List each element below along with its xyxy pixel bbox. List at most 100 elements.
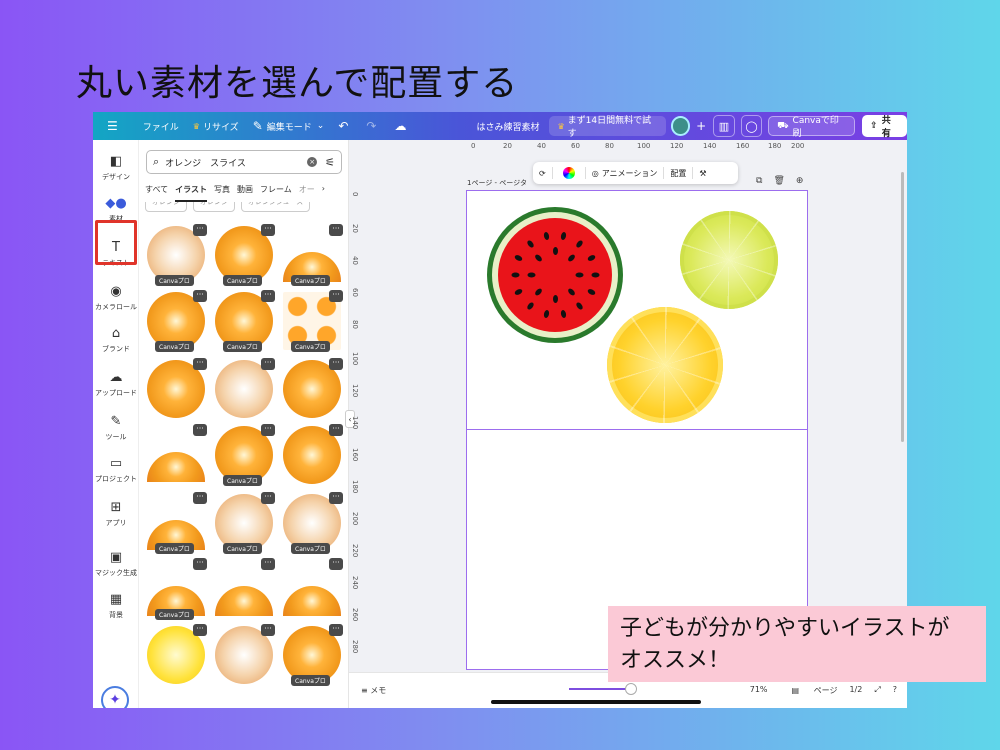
list-item[interactable]: ··· Canvaプロ xyxy=(281,224,343,286)
notes-button[interactable]: ≡ メモ xyxy=(361,685,386,696)
fullscreen-icon[interactable]: ⤢ xyxy=(874,685,880,696)
zoom-slider-handle[interactable] xyxy=(625,683,637,695)
list-item[interactable]: ··· Canvaプロ xyxy=(145,290,207,352)
list-item[interactable]: ··· Canvaプロ xyxy=(281,492,343,554)
list-item[interactable]: ··· Canvaプロ xyxy=(213,290,275,352)
chip-orange[interactable]: オレンジ xyxy=(145,202,187,212)
list-item[interactable]: ··· Canvaプロ xyxy=(145,224,207,286)
paint-roller-icon[interactable]: ⚒ xyxy=(699,169,706,178)
more-options-button[interactable]: ··· xyxy=(329,558,343,570)
add-collaborator-button[interactable]: + xyxy=(692,112,710,140)
list-item[interactable]: ··· xyxy=(213,558,275,618)
print-button[interactable]: ⛟ Canvaで印刷 xyxy=(768,116,856,139)
list-item[interactable]: ··· Canvaプロ xyxy=(145,558,207,620)
tab-frame[interactable]: フレーム xyxy=(260,184,292,202)
list-item[interactable]: ··· xyxy=(145,424,207,484)
help-icon[interactable]: ? xyxy=(893,685,897,696)
more-options-button[interactable]: ··· xyxy=(261,624,275,636)
magic-assistant-button[interactable]: ✦ xyxy=(101,686,129,708)
chevron-right-icon[interactable]: › xyxy=(322,184,325,202)
rail-item-brand[interactable]: ⌂ ブランド xyxy=(93,326,139,354)
cloud-save-status[interactable]: ☁ xyxy=(387,112,417,140)
trial-button[interactable]: ♛ まず14日間無料で試す xyxy=(549,116,666,139)
list-item[interactable]: ··· Canvaプロ xyxy=(213,424,275,486)
zoom-slider[interactable] xyxy=(569,688,629,690)
rail-item-background[interactable]: ▦ 背景 xyxy=(93,592,139,620)
tab-video[interactable]: 動画 xyxy=(237,184,253,202)
more-options-button[interactable]: ··· xyxy=(329,224,343,236)
pages-button[interactable]: ▤ ページ xyxy=(780,685,838,696)
page-label[interactable]: 1ページ - ページタ xyxy=(467,178,527,188)
list-item[interactable]: ··· xyxy=(281,424,343,484)
position-button[interactable]: 配置 xyxy=(670,168,686,179)
list-item[interactable]: ··· xyxy=(213,358,275,418)
more-options-button[interactable]: ··· xyxy=(329,358,343,370)
resize-button[interactable]: ♛ リサイズ xyxy=(186,112,246,140)
more-options-button[interactable]: ··· xyxy=(261,492,275,504)
more-options-button[interactable]: ··· xyxy=(193,558,207,570)
more-options-button[interactable]: ··· xyxy=(193,358,207,370)
filter-icon[interactable]: ⚟ xyxy=(325,156,335,169)
design-name[interactable]: はさみ練習素材 xyxy=(469,112,546,140)
rail-item-design[interactable]: ◧ デザイン xyxy=(93,154,139,182)
rotate-icon[interactable]: ⟳ xyxy=(539,169,546,178)
more-options-button[interactable]: ··· xyxy=(329,492,343,504)
tab-photo[interactable]: 写真 xyxy=(214,184,230,202)
list-item[interactable]: ··· xyxy=(145,358,207,418)
edit-mode-dropdown[interactable]: ✎ 編集モード ⌄ xyxy=(246,112,332,140)
avatar[interactable] xyxy=(670,116,691,136)
more-options-button[interactable]: ··· xyxy=(329,624,343,636)
zoom-level[interactable]: 71% xyxy=(750,685,768,696)
list-item[interactable]: ··· Canvaプロ xyxy=(281,290,343,352)
duplicate-page-icon[interactable]: ⧉ xyxy=(756,176,762,186)
list-item[interactable]: ··· xyxy=(145,624,207,684)
list-item[interactable]: ··· Canvaプロ xyxy=(281,624,343,686)
chip-orange-juice[interactable]: オレンジジュース xyxy=(241,202,311,212)
list-item[interactable]: ··· xyxy=(281,558,343,618)
rail-item-camera-roll[interactable]: ◉ カメラロール xyxy=(93,284,139,312)
tab-illustration[interactable]: イラスト xyxy=(175,184,207,202)
menu-button[interactable]: ☰ xyxy=(93,112,136,140)
more-options-button[interactable]: ··· xyxy=(261,290,275,302)
more-options-button[interactable]: ··· xyxy=(261,358,275,370)
more-options-button[interactable]: ··· xyxy=(193,492,207,504)
rail-item-upload[interactable]: ☁ アップロード xyxy=(93,370,139,398)
vertical-scrollbar[interactable] xyxy=(901,172,904,442)
more-options-button[interactable]: ··· xyxy=(261,558,275,570)
lemon-slice[interactable] xyxy=(607,307,723,423)
more-options-button[interactable]: ··· xyxy=(261,424,275,436)
add-page-icon[interactable]: ⊕ xyxy=(796,176,804,186)
list-item[interactable]: ··· xyxy=(281,358,343,418)
search-input[interactable]: ⌕ オレンジ スライス × ⚟ xyxy=(146,150,342,174)
more-options-button[interactable]: ··· xyxy=(193,424,207,436)
color-wheel-icon[interactable] xyxy=(562,167,575,179)
comment-button[interactable]: ◯ xyxy=(740,115,763,137)
undo-button[interactable]: ↶ xyxy=(331,112,359,140)
rail-item-apps[interactable]: ⊞ アプリ xyxy=(93,500,139,528)
more-options-button[interactable]: ··· xyxy=(193,224,207,236)
list-item[interactable]: ··· Canvaプロ xyxy=(145,492,207,554)
more-options-button[interactable]: ··· xyxy=(193,290,207,302)
trash-icon[interactable]: 🗑 xyxy=(773,176,784,186)
animation-button[interactable]: アニメーション xyxy=(602,168,658,179)
rail-item-projects[interactable]: ▭ プロジェクト xyxy=(93,456,139,484)
list-item[interactable]: ··· Canvaプロ xyxy=(213,492,275,554)
file-menu[interactable]: ファイル xyxy=(136,112,186,140)
rail-item-tools[interactable]: ✎ ツール xyxy=(93,414,139,442)
list-item[interactable]: ··· xyxy=(213,624,275,684)
list-item[interactable]: ··· Canvaプロ xyxy=(213,224,275,286)
more-options-button[interactable]: ··· xyxy=(261,224,275,236)
clear-icon[interactable]: × xyxy=(307,157,318,167)
more-options-button[interactable]: ··· xyxy=(329,424,343,436)
insights-button[interactable]: ▥ xyxy=(713,115,735,137)
design-page-1[interactable] xyxy=(466,190,808,430)
redo-button[interactable]: ↷ xyxy=(359,112,387,140)
chip-orange[interactable]: オレンジ xyxy=(193,202,235,212)
lime-slice[interactable] xyxy=(680,211,778,309)
share-button[interactable]: ⇪ 共有 xyxy=(862,115,907,139)
watermelon-slice[interactable] xyxy=(487,207,623,343)
tab-all[interactable]: すべて xyxy=(145,184,168,202)
more-options-button[interactable]: ··· xyxy=(329,290,343,302)
more-options-button[interactable]: ··· xyxy=(193,624,207,636)
tab-audio[interactable]: オー xyxy=(299,184,315,202)
